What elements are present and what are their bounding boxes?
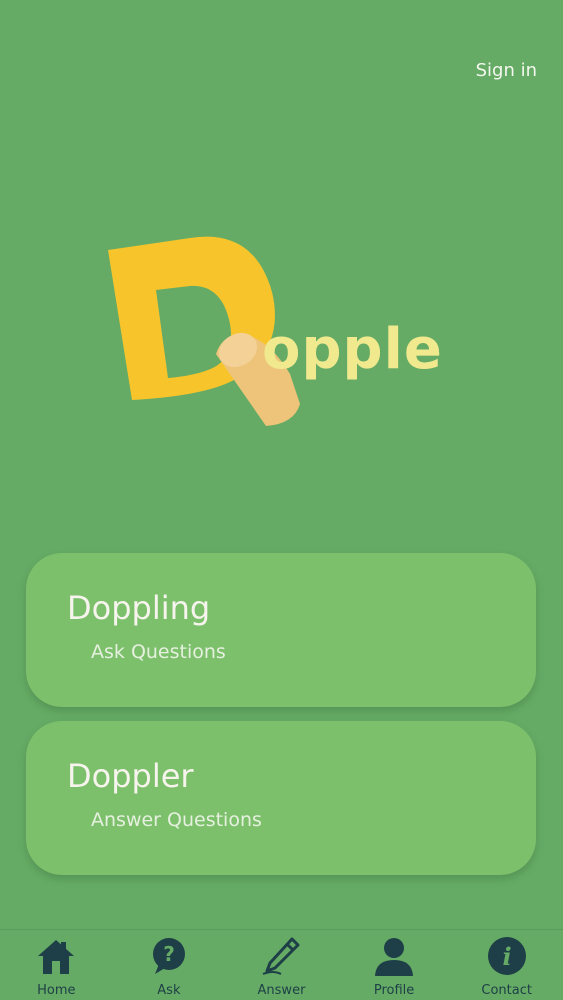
svg-text:i: i [502, 942, 511, 971]
tab-label: Answer [257, 983, 306, 998]
person-icon [375, 938, 414, 976]
doppler-card[interactable]: Doppler Answer Questions [26, 721, 536, 875]
tab-label: Ask [157, 983, 181, 998]
pencil-icon [263, 937, 300, 975]
tab-ask[interactable]: ? Ask [113, 930, 226, 1000]
tab-label: Home [37, 983, 76, 998]
svg-text:?: ? [163, 942, 175, 966]
doppler-title: Doppler [67, 757, 194, 795]
question-bubble-icon: ? [152, 938, 185, 974]
info-icon: i [487, 937, 526, 975]
doppling-subtitle: Ask Questions [91, 641, 226, 663]
sign-in-link[interactable]: Sign in [476, 60, 537, 81]
app-logo: opple [104, 232, 464, 432]
tab-contact[interactable]: i Contact [450, 930, 563, 1000]
doppling-card[interactable]: Doppling Ask Questions [26, 553, 536, 707]
tab-home[interactable]: Home [0, 930, 113, 1000]
tab-bar: Home ? Ask Answer Profile i Contact [0, 929, 563, 1000]
tab-answer[interactable]: Answer [225, 930, 338, 1000]
tab-label: Contact [481, 983, 532, 998]
logo-wordmark: opple [262, 317, 443, 382]
tab-label: Profile [373, 983, 415, 998]
home-icon [38, 940, 75, 974]
doppler-subtitle: Answer Questions [91, 809, 262, 831]
tab-profile[interactable]: Profile [338, 930, 451, 1000]
doppling-title: Doppling [67, 589, 211, 627]
